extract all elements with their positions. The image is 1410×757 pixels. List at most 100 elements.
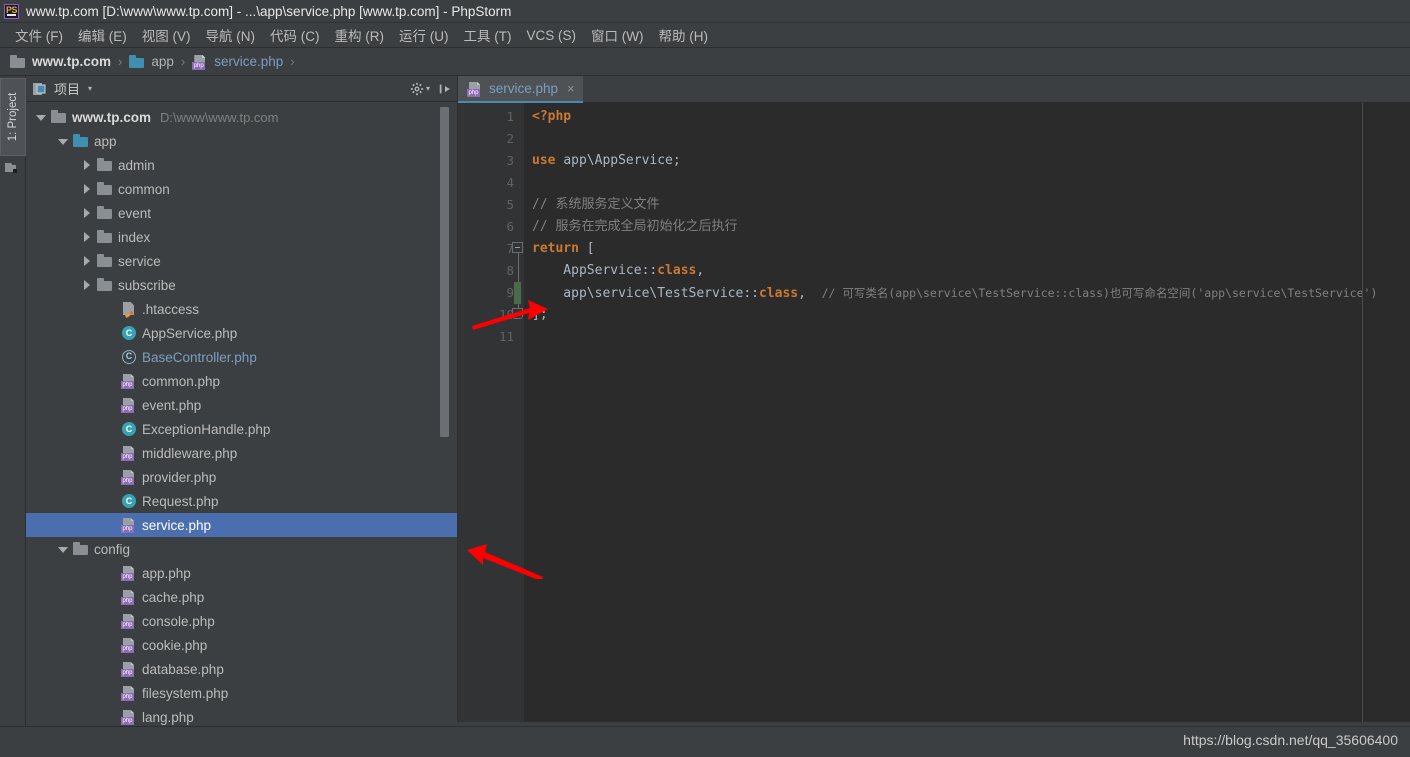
tree-row[interactable]: php event.php <box>26 393 458 417</box>
tree-row-label: provider.php <box>142 469 217 485</box>
breadcrumb-separator-icon: › <box>180 54 186 69</box>
folder-icon <box>97 157 113 173</box>
tree-row[interactable]: admin <box>26 153 458 177</box>
code-content[interactable]: <?php use app\AppService; // 系统服务定义文件 // 服务… <box>524 103 1410 741</box>
php-class-icon: C <box>121 325 137 341</box>
chevron-down-icon[interactable]: ▾ <box>88 84 92 93</box>
gear-icon[interactable]: ▾ <box>410 82 430 96</box>
code-editor[interactable]: 1 2 3 4 5 6 7 8 9 10 11 <?php use app\AppService; //… <box>458 103 1410 741</box>
tree-toggle-down-icon[interactable] <box>36 112 47 123</box>
hide-panel-icon[interactable] <box>438 82 452 96</box>
code-line: // 服务在完成全局初始化之后执行 <box>524 216 1410 238</box>
menu-view[interactable]: 视图 (V) <box>135 23 199 47</box>
menu-window[interactable]: 窗口 (W) <box>584 23 651 47</box>
tree-toggle-right-icon[interactable] <box>82 159 93 171</box>
editor-area: php service.php × 1 2 3 4 5 6 7 8 9 10 11 <box>458 76 1410 741</box>
phpstorm-logo-icon: PS <box>4 3 19 19</box>
tree-row[interactable]: www.tp.com D:\www\www.tp.com <box>26 105 458 129</box>
tool-window-button-project[interactable]: 1: Project <box>0 78 26 156</box>
fold-marker-close[interactable] <box>512 308 523 319</box>
close-icon[interactable]: × <box>567 82 575 95</box>
menu-code[interactable]: 代码 (C) <box>263 23 328 47</box>
menu-run[interactable]: 运行 (U) <box>392 23 457 47</box>
tree-row[interactable]: config <box>26 537 458 561</box>
menu-vcs[interactable]: VCS (S) <box>520 26 585 45</box>
tree-row-label: common <box>118 181 170 197</box>
fold-rail[interactable] <box>512 103 524 741</box>
tree-row[interactable]: C AppService.php <box>26 321 458 345</box>
breadcrumb: www.tp.com › app › php service.php › <box>0 48 1410 76</box>
tree-row[interactable]: php cookie.php <box>26 633 458 657</box>
code-token: class <box>758 286 799 301</box>
menu-navigate[interactable]: 导航 (N) <box>199 23 264 47</box>
php-file-icon: php <box>192 54 208 70</box>
tree-row[interactable]: common <box>26 177 458 201</box>
tree-row[interactable]: .htaccess <box>26 297 458 321</box>
menu-tools[interactable]: 工具 (T) <box>457 23 520 47</box>
tree-row-label: event <box>118 205 152 221</box>
tree-row[interactable]: index <box>26 225 458 249</box>
menu-refactor[interactable]: 重构 (R) <box>328 23 393 47</box>
code-token: , <box>798 286 822 301</box>
editor-gutter[interactable]: 1 2 3 4 5 6 7 8 9 10 11 <box>458 103 524 741</box>
menu-help[interactable]: 帮助 (H) <box>652 23 717 47</box>
code-token: return <box>532 241 579 256</box>
tree-row[interactable]: php common.php <box>26 369 458 393</box>
php-file-icon: php <box>121 613 137 629</box>
tree-row[interactable]: app <box>26 129 458 153</box>
tree-toggle-right-icon[interactable] <box>82 255 93 267</box>
tree-row[interactable]: php cache.php <box>26 585 458 609</box>
tree-row[interactable]: php console.php <box>26 609 458 633</box>
php-file-icon: php <box>121 637 137 653</box>
tree-row[interactable]: php filesystem.php <box>26 681 458 705</box>
tree-row[interactable]: php app.php <box>26 561 458 585</box>
tree-row[interactable]: C BaseController.php <box>26 345 458 369</box>
tree-row[interactable]: php database.php <box>26 657 458 681</box>
breadcrumb-item-app[interactable]: app <box>129 54 174 70</box>
chevron-down-icon: ▾ <box>425 84 430 93</box>
tree-toggle-right-icon[interactable] <box>82 207 93 219</box>
tree-row-label: database.php <box>142 661 224 677</box>
php-file-icon: php <box>121 517 137 533</box>
code-token: ; <box>672 153 681 168</box>
code-line: // 系统服务定义文件 <box>524 194 1410 216</box>
breadcrumb-item-root[interactable]: www.tp.com <box>10 54 111 70</box>
menu-edit[interactable]: 编辑 (E) <box>71 23 135 47</box>
php-file-icon: php <box>121 589 137 605</box>
tree-toggle-right-icon[interactable] <box>82 183 93 195</box>
tree-row[interactable]: C ExceptionHandle.php <box>26 417 458 441</box>
tree-row-label: app.php <box>142 565 191 581</box>
tab-service-php[interactable]: php service.php × <box>458 76 583 103</box>
project-panel-title: 项目 <box>54 82 81 97</box>
tree-row-label: filesystem.php <box>142 685 229 701</box>
tree-toggle-right-icon[interactable] <box>82 231 93 243</box>
folder-icon <box>73 541 89 557</box>
tree-row-label: middleware.php <box>142 445 238 461</box>
tool-window-project-label: 1: Project <box>7 92 19 142</box>
tree-toggle-right-icon[interactable] <box>82 279 93 291</box>
tree-row[interactable]: service <box>26 249 458 273</box>
tree-toggle-down-icon[interactable] <box>58 136 69 147</box>
tree-row[interactable]: php provider.php <box>26 465 458 489</box>
tree-row[interactable]: php service.php <box>26 513 458 537</box>
tree-row-label: www.tp.com <box>72 109 152 125</box>
php-file-icon: php <box>121 661 137 677</box>
project-tree-scrollbar[interactable] <box>440 107 449 437</box>
tree-row[interactable]: event <box>26 201 458 225</box>
php-file-icon: php <box>121 469 137 485</box>
tree-row[interactable]: subscribe <box>26 273 458 297</box>
tree-row[interactable]: C Request.php <box>26 489 458 513</box>
menu-file[interactable]: 文件 (F) <box>8 23 71 47</box>
tree-row[interactable]: php middleware.php <box>26 441 458 465</box>
fold-marker-open[interactable] <box>512 242 523 253</box>
php-file-icon: php <box>121 373 137 389</box>
breadcrumb-item-file[interactable]: php service.php <box>192 54 283 70</box>
project-tree[interactable]: www.tp.com D:\www\www.tp.com app admin commo… <box>26 102 458 741</box>
structure-icon[interactable] <box>5 161 20 174</box>
htaccess-file-icon <box>121 301 137 319</box>
tree-toggle-down-icon[interactable] <box>58 544 69 555</box>
